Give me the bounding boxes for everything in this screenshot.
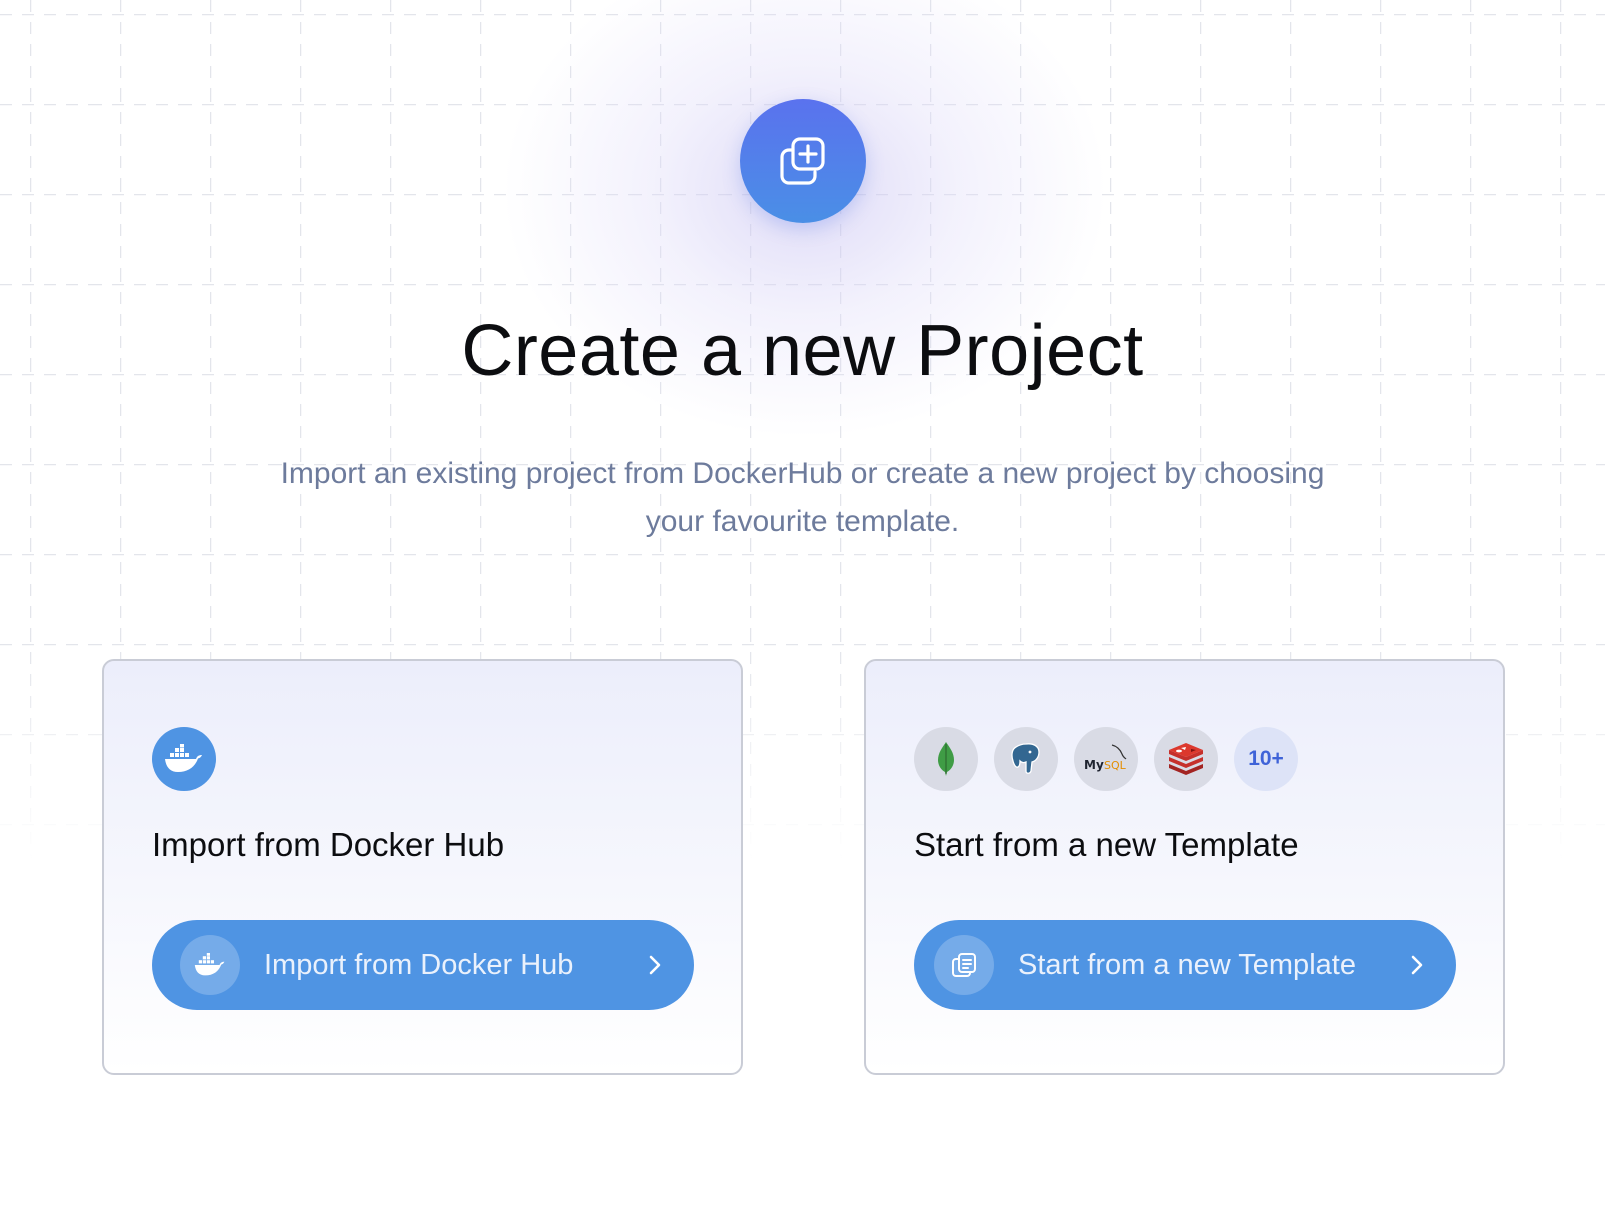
create-project-page: Create a new Project Import an existing … — [0, 0, 1605, 1228]
page-subtitle: Import an existing project from DockerHu… — [280, 457, 1325, 538]
postgresql-icon — [994, 727, 1058, 791]
mongodb-icon — [914, 727, 978, 791]
import-docker-hub-label: Import from Docker Hub — [264, 948, 574, 981]
start-template-label: Start from a new Template — [1018, 948, 1356, 981]
copy-plus-icon — [740, 99, 866, 223]
chevron-right-icon — [644, 954, 666, 976]
chevron-right-icon — [1406, 954, 1428, 976]
docker-hub-card: Import from Docker Hub Import from Docke… — [102, 659, 743, 1075]
template-card: My SQL 10+ Start from a new Template Sta… — [864, 659, 1505, 1075]
docker-icon — [180, 935, 240, 995]
import-docker-hub-button[interactable]: Import from Docker Hub — [152, 920, 694, 1010]
redis-icon — [1154, 727, 1218, 791]
docker-icon — [152, 727, 216, 791]
docker-card-title: Import from Docker Hub — [152, 826, 505, 863]
mysql-icon: My SQL — [1074, 727, 1138, 791]
start-template-button[interactable]: Start from a new Template — [914, 920, 1456, 1010]
svg-text:My: My — [1084, 758, 1104, 772]
template-card-title: Start from a new Template — [914, 826, 1299, 863]
more-templates-badge: 10+ — [1234, 727, 1298, 791]
svg-text:SQL: SQL — [1104, 759, 1127, 772]
template-icon — [934, 935, 994, 995]
page-title: Create a new Project — [461, 311, 1144, 391]
